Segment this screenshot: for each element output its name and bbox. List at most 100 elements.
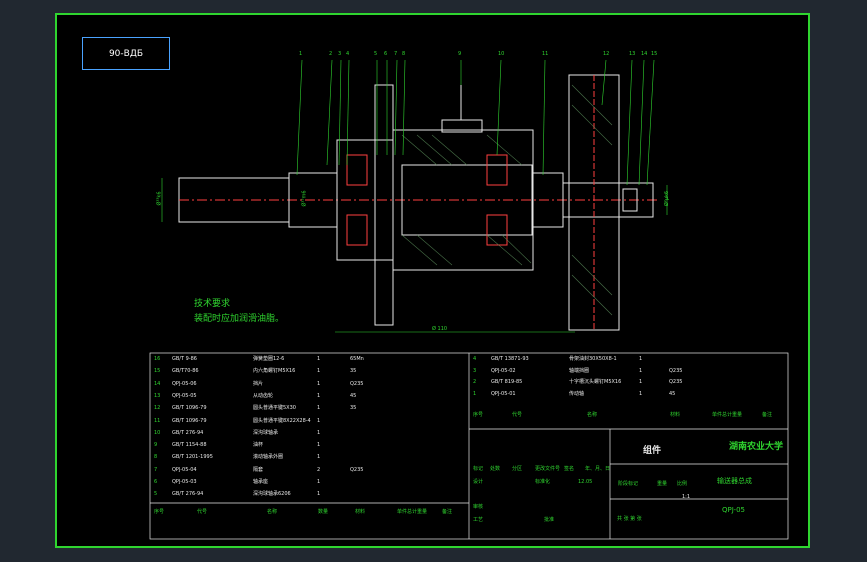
- part-1-no: 1: [473, 390, 477, 397]
- part-3-no: 3: [473, 367, 477, 374]
- assembly-drawing: [149, 59, 789, 540]
- title-rev-label: 标记: [473, 466, 484, 472]
- part-7-qty: 2: [317, 466, 321, 473]
- title-year: 12.05: [578, 479, 593, 485]
- part-4-qty: 1: [639, 356, 643, 362]
- part-8-qty: 1: [317, 454, 321, 461]
- header-r-name: 名称: [587, 412, 598, 418]
- dim-shaft-left: Ø³³k6: [156, 191, 163, 206]
- part-1-name: 传动轴: [569, 390, 585, 397]
- flange-plate: [374, 84, 394, 326]
- title-assembly: 组件: [643, 446, 662, 456]
- title-sign: 签名: [564, 466, 575, 472]
- part-15-code: GB/T70-86: [172, 368, 199, 375]
- part-13-name: 从动齿轮: [253, 392, 274, 399]
- bearing-left-bottom: [346, 214, 368, 246]
- part-4-name: 骨架油封30X50X8-1: [569, 356, 617, 362]
- part-3-name: 轴端挡圈: [569, 367, 590, 374]
- callout-14: 14: [641, 51, 648, 57]
- title-std: 标准化: [535, 479, 551, 485]
- title-area: 分区: [512, 466, 523, 472]
- part-16-mat: 65Mn: [350, 356, 364, 362]
- part-3-qty: 1: [639, 367, 643, 374]
- title-sheets: 共 张 第 张: [617, 516, 642, 522]
- part-9-qty: 1: [317, 442, 321, 449]
- part-1-code: QPJ-05-01: [491, 390, 516, 397]
- title-doc: 更改文件号: [535, 466, 561, 472]
- header-name: 名称: [267, 509, 278, 515]
- callout-5: 5: [374, 51, 378, 57]
- part-5-code: GB/T 276-94: [172, 491, 204, 498]
- header-r-wt: 单件总计重量: [712, 412, 743, 418]
- part-2-no: 2: [473, 379, 477, 385]
- header-r-code: 代号: [512, 412, 523, 418]
- callout-13: 13: [629, 51, 636, 57]
- part-13-mat: 45: [350, 392, 357, 399]
- part-6-no: 6: [154, 479, 158, 485]
- callout-1: 1: [299, 51, 303, 57]
- title-drawing-name: 输送器总成: [717, 477, 752, 485]
- part-10-name: 深沟球轴承: [253, 429, 279, 436]
- title-designer: 设计: [473, 479, 484, 485]
- part-9-no: 9: [154, 442, 158, 449]
- header-r-mat: 材料: [670, 412, 681, 418]
- part-4-no: 4: [473, 356, 477, 362]
- bearing-left-top: [346, 154, 368, 186]
- dim-shaft-mid: Ø³³m6: [301, 190, 308, 207]
- title-code: QPJ-05: [722, 506, 745, 514]
- tech-req-line: 装配时应加润滑油脂。: [194, 314, 285, 324]
- title-approve: 批准: [544, 517, 555, 523]
- header-r-note: 备注: [762, 412, 773, 418]
- part-2-code: GB/T 819-85: [491, 379, 523, 385]
- title-review: 审核: [473, 504, 484, 510]
- bearing-right-bottom: [486, 214, 508, 246]
- part-9-name: 油杯: [253, 442, 264, 449]
- title-zones: 处数: [490, 466, 501, 472]
- part-9-code: GB/T 1154-88: [172, 442, 207, 449]
- part-12-mat: 35: [350, 405, 357, 412]
- part-16-no: 16: [154, 356, 161, 362]
- header-code: 代号: [197, 509, 208, 515]
- part-14-name: 挡片: [253, 380, 264, 387]
- header-no: 序号: [154, 509, 165, 515]
- part-8-no: 8: [154, 454, 158, 461]
- header-r-no: 序号: [473, 412, 484, 418]
- part-15-qty: 1: [317, 368, 321, 375]
- part-12-no: 12: [154, 405, 161, 412]
- part-11-no: 11: [154, 417, 161, 424]
- part-10-no: 10: [154, 429, 161, 436]
- part-3-code: QPJ-05-02: [491, 367, 516, 374]
- tech-req-title: 技术要求: [194, 299, 231, 309]
- part-16-name: 弹簧垫圈12-6: [253, 356, 285, 362]
- part-12-name: 圆头普通平键5X30: [253, 405, 296, 412]
- callout-11: 11: [542, 51, 549, 57]
- part-14-no: 14: [154, 380, 161, 387]
- part-14-qty: 1: [317, 380, 321, 387]
- callout-3: 3: [338, 51, 342, 57]
- title-school: 湖南农业大学: [729, 442, 784, 452]
- part-16-qty: 1: [317, 356, 321, 362]
- part-5-qty: 1: [317, 491, 321, 498]
- title-process: 工艺: [473, 517, 484, 523]
- drawing-sheet: 90-ΒДБ 技术要求 装配时应加润滑油脂。 1 2 3 4 5 6 7 8 9 10 11 12 13…: [55, 13, 810, 548]
- part-13-code: QPJ-05-05: [172, 392, 197, 399]
- dim-base-length: Ø 110: [432, 326, 448, 332]
- part-15-mat: 35: [350, 368, 357, 375]
- part-15-name: 内六角螺钉M5X16: [253, 368, 296, 375]
- header-wt: 单件总计重量: [397, 509, 428, 515]
- part-7-no: 7: [154, 466, 158, 473]
- header-note: 备注: [442, 509, 453, 515]
- dim-shaft-right: Ø²µk6: [664, 190, 671, 207]
- part-11-code: GB/T 1096-79: [172, 417, 207, 424]
- part-13-qty: 1: [317, 392, 321, 399]
- part-13-no: 13: [154, 392, 161, 399]
- part-10-qty: 1: [317, 429, 321, 436]
- part-7-mat: Q235: [350, 466, 364, 473]
- callout-9: 9: [458, 51, 462, 57]
- part-1-qty: 1: [639, 390, 643, 397]
- header-qty: 数量: [318, 509, 329, 515]
- part-14-mat: Q235: [350, 380, 364, 387]
- part-7-code: QPJ-05-04: [172, 466, 197, 473]
- callout-10: 10: [498, 51, 505, 57]
- callout-15: 15: [651, 51, 658, 57]
